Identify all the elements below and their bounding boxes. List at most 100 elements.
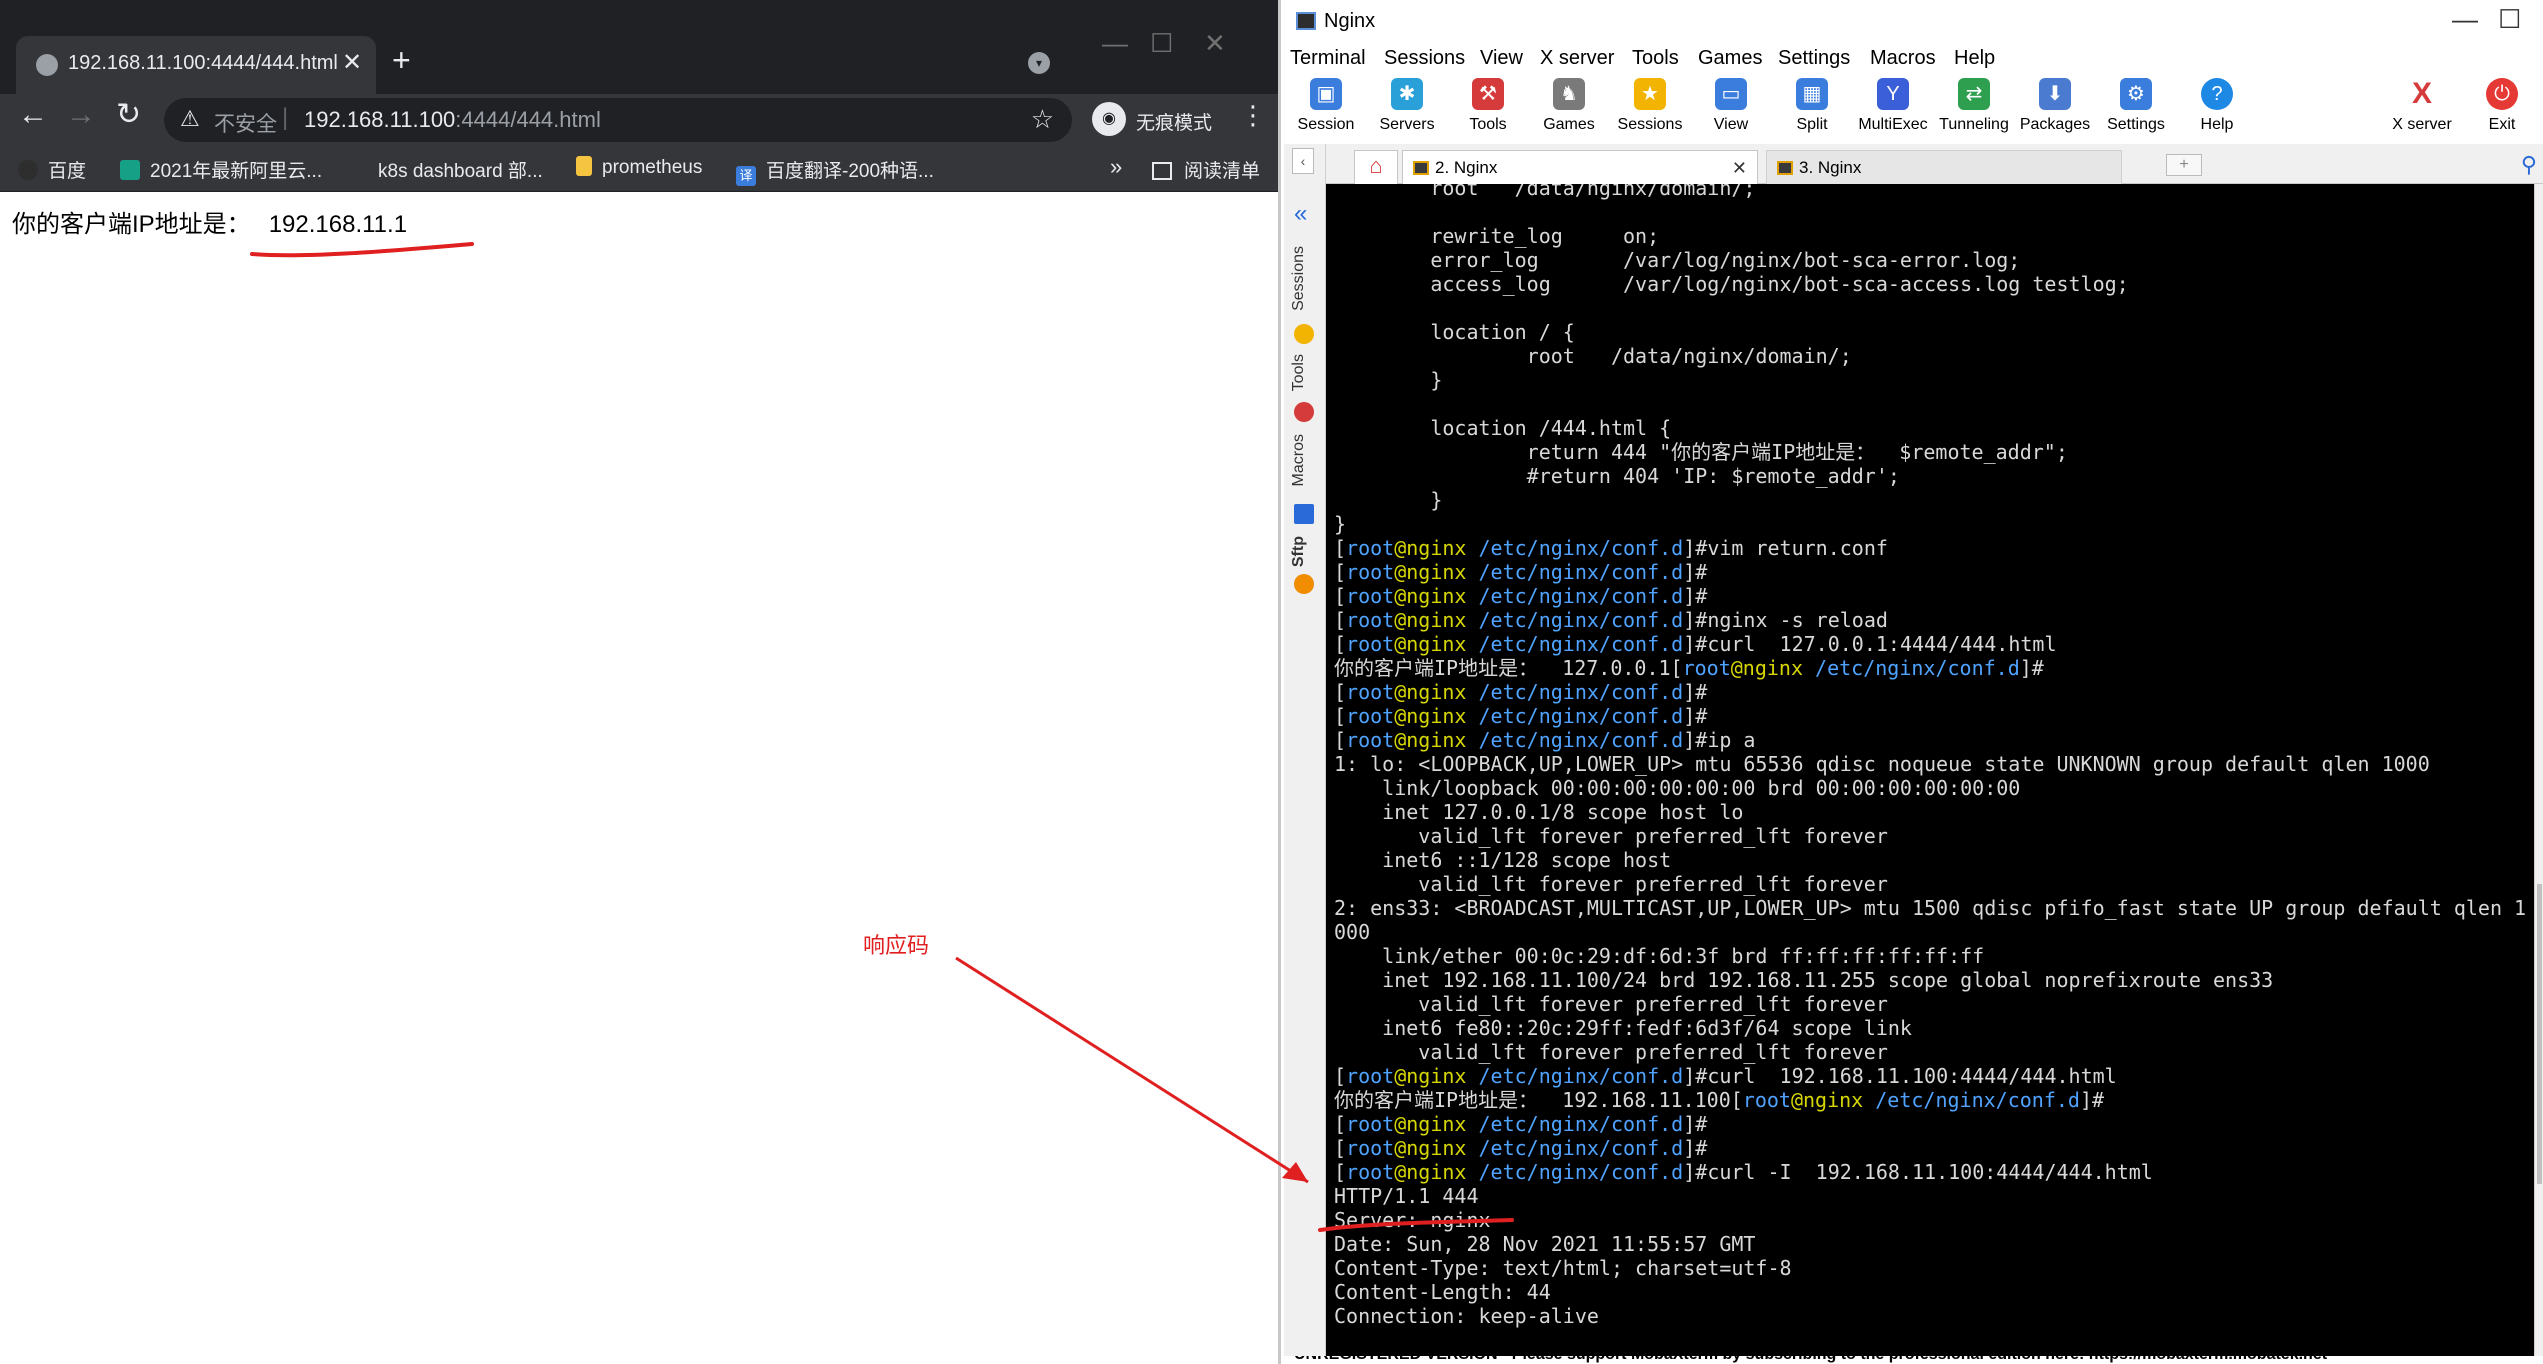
session-tab-close-icon[interactable]: ✕ xyxy=(1732,158,1747,179)
prompt-bracket: [ xyxy=(1670,656,1683,680)
terminal-line: [root@nginx /etc/nginx/conf.d]#ip a xyxy=(1334,728,2526,752)
terminal-output-text: 你的客户端IP地址是： 192.168.11.100 xyxy=(1334,1088,1731,1112)
menu-xserver[interactable]: X server xyxy=(1540,47,1614,70)
sidebar-star-icon[interactable] xyxy=(1294,324,1314,344)
prompt-host: @nginx xyxy=(1394,728,1467,752)
attach-icon[interactable]: ⚲ xyxy=(2521,152,2537,178)
prompt-host: @nginx xyxy=(1730,656,1804,680)
reload-icon[interactable]: ↻ xyxy=(116,100,141,130)
menu-help[interactable]: Help xyxy=(1954,47,1995,70)
tab-close-icon[interactable]: ✕ xyxy=(342,48,362,77)
menu-macros[interactable]: Macros xyxy=(1870,47,1936,70)
toolbar-exit-button[interactable]: ⏻ Exit xyxy=(2472,74,2532,144)
terminal-line: 2: ens33: <BROADCAST,MULTICAST,UP,LOWER_… xyxy=(1334,896,2527,920)
terminal-scrollbar[interactable] xyxy=(2534,184,2543,1356)
toolbar-view-button[interactable]: ▭ View xyxy=(1691,74,1771,144)
prompt-user: root xyxy=(1346,728,1395,752)
warning-icon[interactable]: ⚠ xyxy=(180,106,200,132)
url-text[interactable]: 192.168.11.100:4444/444.html xyxy=(304,107,601,133)
prompt-host: @nginx xyxy=(1394,680,1467,704)
sidebar-double-chevron-icon[interactable]: « xyxy=(1294,200,1307,228)
terminal-output[interactable]: root /data/nginx/domain/; rewrite_log on… xyxy=(1326,184,2534,1356)
translate-icon: 译 xyxy=(736,166,756,186)
folder-icon xyxy=(576,156,592,176)
terminal-line: [root@nginx /etc/nginx/conf.d]#curl 192.… xyxy=(1334,1064,2526,1088)
prompt-dir: /etc/nginx/conf.d xyxy=(1466,680,1684,704)
bookmark-item-fanyi[interactable]: 译百度翻译-200种语... xyxy=(736,156,934,186)
sidebar-tab-macros[interactable]: Macros xyxy=(1290,434,1316,486)
session-tab-3[interactable]: 3. Nginx xyxy=(1766,150,2122,184)
terminal-line: valid_lft forever preferred_lft forever xyxy=(1334,1040,1888,1064)
new-tab-button[interactable]: + xyxy=(392,44,411,76)
scrollbar-thumb[interactable] xyxy=(2537,884,2542,1184)
bookmark-item-aliyun[interactable]: 2021年最新阿里云... xyxy=(120,156,322,182)
toolbar-tools-button[interactable]: ⚒ Tools xyxy=(1448,74,1528,144)
bookmark-star-icon[interactable]: ☆ xyxy=(1031,104,1054,135)
toolbar-tunneling-button[interactable]: ⇄ Tunneling xyxy=(1934,74,2014,144)
menu-terminal[interactable]: Terminal xyxy=(1290,47,1366,70)
bookmark-item-k8s[interactable]: k8s dashboard 部... xyxy=(348,156,543,182)
prompt-host: @nginx xyxy=(1394,560,1467,584)
terminal-line: [root@nginx /etc/nginx/conf.d]#curl -I 1… xyxy=(1334,1160,2526,1184)
sidebar-tools-icon[interactable] xyxy=(1294,402,1314,422)
address-bar[interactable]: ⚠ 不安全 | 192.168.11.100:4444/444.html ☆ xyxy=(164,98,1072,142)
forward-icon[interactable]: → xyxy=(66,100,96,130)
maximize-icon[interactable]: ☐ xyxy=(1150,30,1173,56)
toolbar-servers-button[interactable]: ✱ Servers xyxy=(1367,74,1447,144)
toolbar-sessions-button[interactable]: ★ Sessions xyxy=(1610,74,1690,144)
prompt-user: root xyxy=(1682,656,1731,680)
terminal-line: #return 404 'IP: $remote_addr'; xyxy=(1334,464,1900,488)
new-session-tab-button[interactable]: + xyxy=(2166,154,2202,176)
bookmark-item-baidu[interactable]: 百度 xyxy=(18,156,86,182)
minimize-icon[interactable]: — xyxy=(1102,30,1128,56)
menu-view[interactable]: View xyxy=(1480,47,1523,70)
chrome-menu-icon[interactable]: ⋮ xyxy=(1240,102,1266,128)
back-icon[interactable]: ← xyxy=(18,100,48,130)
tab-search-icon[interactable]: ▾ xyxy=(1028,52,1050,74)
moba-maximize-icon[interactable]: ☐ xyxy=(2498,6,2521,32)
menu-tools[interactable]: Tools xyxy=(1632,47,1679,70)
sidebar-tab-sessions[interactable]: Sessions xyxy=(1290,246,1316,311)
bookmark-item-prometheus[interactable]: prometheus xyxy=(576,156,702,182)
session-tab-2[interactable]: 2. Nginx ✕ xyxy=(1402,150,1758,184)
close-window-icon[interactable]: ✕ xyxy=(1204,30,1226,56)
toolbar-session-button[interactable]: ▣ Session xyxy=(1286,74,1366,144)
prompt-dir: /etc/nginx/conf.d xyxy=(1466,536,1684,560)
sidebar-tab-tools[interactable]: Tools xyxy=(1290,354,1316,391)
bookmarks-more-button[interactable]: » xyxy=(1110,154,1122,180)
toolbar-settings-button[interactable]: ⚙ Settings xyxy=(2096,74,2176,144)
toolbar-help-button[interactable]: ? Help xyxy=(2177,74,2257,144)
sidebar-collapse-icon[interactable]: ‹ xyxy=(1292,148,1314,174)
prompt-user: root xyxy=(1346,632,1395,656)
not-secure-label[interactable]: 不安全 xyxy=(214,108,277,138)
prompt-user: root xyxy=(1346,1160,1395,1184)
omnibox-divider: | xyxy=(282,104,289,131)
prompt-user: root xyxy=(1346,608,1395,632)
menu-sessions[interactable]: Sessions xyxy=(1384,47,1465,70)
moba-minimize-icon[interactable]: — xyxy=(2452,6,2478,32)
toolbar-packages-button[interactable]: ⬇ Packages xyxy=(2015,74,2095,144)
toolbar-split-button[interactable]: ▦ Split xyxy=(1772,74,1852,144)
home-tab-icon[interactable]: ⌂ xyxy=(1354,150,1398,184)
prompt-bracket: ]# xyxy=(1683,728,1708,752)
sidebar-tab-sftp[interactable]: Sftp xyxy=(1290,536,1316,567)
menu-games[interactable]: Games xyxy=(1698,47,1762,70)
toolbar-multiexec-button[interactable]: Y MultiExec xyxy=(1853,74,1933,144)
reading-list-button[interactable]: 阅读清单 xyxy=(1152,156,1260,183)
page-prefix-text: 你的客户端IP地址是： xyxy=(12,211,251,238)
toolbar-games-button[interactable]: ♞ Games xyxy=(1529,74,1609,144)
terminal-line: } xyxy=(1334,488,1443,512)
incognito-label: 无痕模式 xyxy=(1136,113,1213,134)
toolbar-xserver-button[interactable]: XX server xyxy=(2382,74,2462,144)
prompt-host: @nginx xyxy=(1394,704,1467,728)
terminal-command: ip a xyxy=(1707,728,1756,752)
chrome-tabstrip: 192.168.11.100:4444/444.html ✕ + ▾ — ☐ ✕ xyxy=(0,0,1278,94)
browser-tab[interactable]: 192.168.11.100:4444/444.html ✕ xyxy=(16,36,376,94)
terminal-tab-icon xyxy=(1413,161,1429,175)
terminal-line: return 444 "你的客户端IP地址是： $remote_addr"; xyxy=(1334,440,2068,464)
sidebar-sftp-icon[interactable] xyxy=(1294,574,1314,594)
terminal-line: HTTP/1.1 444 xyxy=(1334,1184,1479,1208)
sidebar-macros-icon[interactable] xyxy=(1294,504,1314,524)
menu-settings[interactable]: Settings xyxy=(1778,47,1850,70)
